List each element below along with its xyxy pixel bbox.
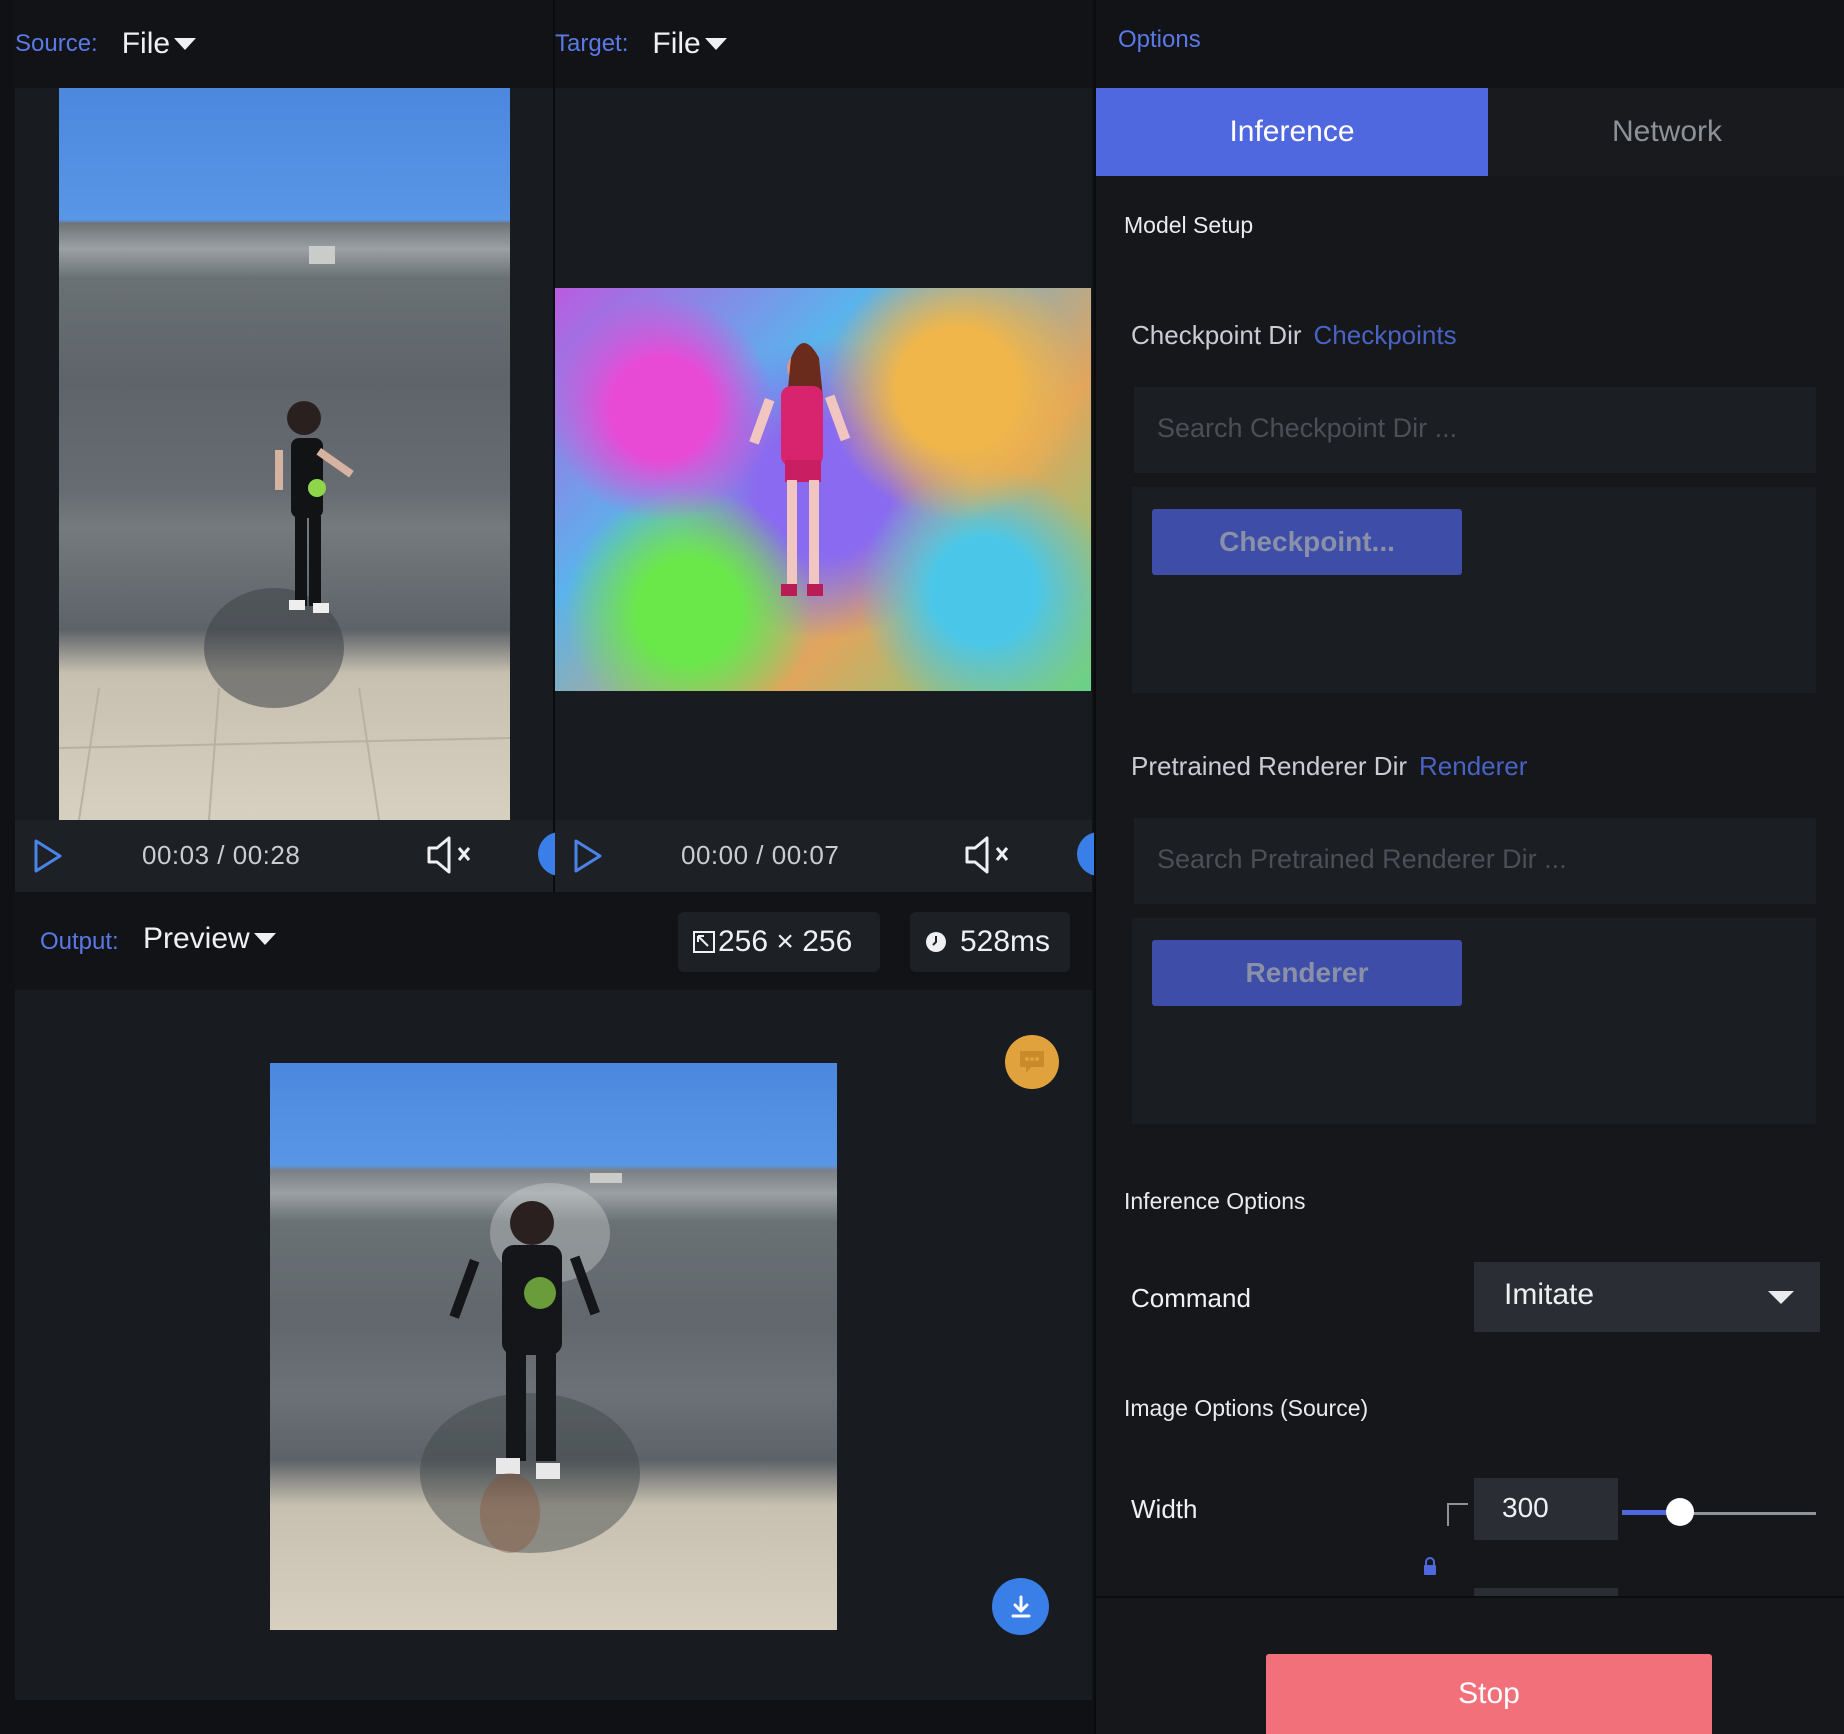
width-label: Width: [1131, 1494, 1198, 1524]
source-video-frame[interactable]: [59, 88, 510, 820]
target-select-value: File: [652, 27, 701, 60]
model-setup-title: Model Setup: [1124, 212, 1254, 238]
target-player-controls: 00:00 / 00:07: [555, 820, 1101, 892]
source-player-controls: 00:03 / 00:28: [15, 820, 562, 892]
image-options-title: Image Options (Source): [1124, 1395, 1369, 1421]
link-bracket-icon: [1447, 1503, 1468, 1526]
output-preview-frame: [270, 1063, 837, 1630]
target-label: Target:: [555, 30, 629, 57]
source-header: Source: File: [15, 0, 553, 88]
width-input-value: 300: [1502, 1492, 1549, 1523]
checkpoint-button[interactable]: Checkpoint...: [1152, 509, 1462, 575]
options-header: Options: [1096, 0, 1844, 88]
renderer-dir-label: Pretrained Renderer Dir Renderer: [1131, 751, 1527, 782]
renderer-search-input[interactable]: Search Pretrained Renderer Dir ...: [1134, 818, 1816, 904]
chat-icon: [1020, 1051, 1044, 1073]
resolution-badge: 256 × 256: [678, 912, 880, 972]
download-icon: [1011, 1595, 1030, 1617]
action-area: Stop: [1096, 1598, 1844, 1734]
latency-text: 528ms: [960, 925, 1051, 958]
checkpoint-dir-label: Checkpoint Dir Checkpoints: [1131, 320, 1457, 351]
play-icon[interactable]: [33, 838, 63, 879]
tab-network[interactable]: Network: [1488, 88, 1844, 176]
inference-options-title: Inference Options: [1124, 1188, 1306, 1214]
chat-button[interactable]: [1005, 1035, 1059, 1089]
stop-button[interactable]: Stop: [1266, 1654, 1712, 1734]
command-label: Command: [1131, 1283, 1251, 1313]
resolution-text: 256 × 256: [718, 925, 853, 958]
output-header: Output: Preview 256 × 256 528ms: [15, 892, 1092, 990]
tab-network-label: Network: [1611, 115, 1723, 148]
download-button[interactable]: [992, 1578, 1049, 1635]
width-input[interactable]: 300: [1474, 1478, 1618, 1540]
target-video-frame[interactable]: [555, 288, 1091, 691]
chevron-down-icon: [253, 933, 276, 945]
target-header: Target: File: [555, 0, 1092, 88]
mute-icon[interactable]: [963, 834, 1017, 881]
checkpoints-link[interactable]: Checkpoints: [1314, 320, 1457, 350]
options-panel: Options Inference Network Model Setup Ch…: [1094, 0, 1844, 1734]
height-input-partial[interactable]: [1474, 1588, 1618, 1596]
chevron-down-icon: [174, 38, 197, 50]
output-select[interactable]: Preview: [143, 922, 276, 956]
source-select-value: File: [121, 27, 171, 60]
clock-icon: [926, 932, 946, 952]
command-select-value: Imitate: [1504, 1278, 1595, 1311]
renderer-link[interactable]: Renderer: [1419, 751, 1527, 781]
media-area: Source: File Target: File 00:03 / 00:28 …: [0, 0, 1101, 1734]
target-select[interactable]: File: [652, 27, 727, 61]
command-select[interactable]: Imitate: [1474, 1262, 1820, 1332]
chevron-down-icon: [1768, 1291, 1794, 1304]
output-label: Output:: [40, 928, 119, 955]
renderer-dir-text: Pretrained Renderer Dir: [1131, 751, 1408, 781]
tab-inference[interactable]: Inference: [1096, 88, 1488, 176]
output-select-value: Preview: [143, 922, 250, 955]
play-icon[interactable]: [573, 838, 603, 879]
lock-icon[interactable]: [1422, 1556, 1438, 1576]
checkpoint-dir-text: Checkpoint Dir: [1131, 320, 1302, 350]
checkpoint-search-input[interactable]: Search Checkpoint Dir ...: [1134, 387, 1816, 473]
width-slider-thumb[interactable]: [1666, 1498, 1694, 1526]
options-title: Options: [1118, 26, 1201, 53]
target-time: 00:00 / 00:07: [681, 840, 840, 870]
app-root: Source: File Target: File 00:03 / 00:28 …: [0, 0, 1844, 1734]
renderer-button[interactable]: Renderer: [1152, 940, 1462, 1006]
tab-inference-label: Inference: [1229, 115, 1355, 148]
chevron-down-icon: [704, 38, 727, 50]
source-select[interactable]: File: [121, 27, 197, 61]
mute-icon[interactable]: [425, 834, 479, 881]
source-label: Source:: [15, 30, 98, 57]
resize-icon: [693, 931, 715, 953]
latency-badge: 528ms: [910, 912, 1070, 972]
source-time: 00:03 / 00:28: [142, 840, 301, 870]
